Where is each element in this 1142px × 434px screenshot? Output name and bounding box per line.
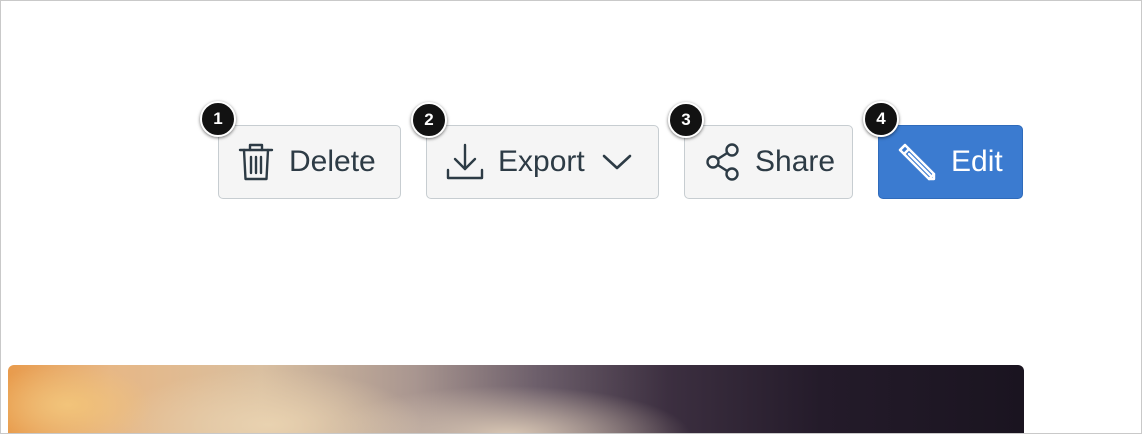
delete-button[interactable]: Delete — [218, 125, 401, 199]
callout-badge-1: 1 — [200, 101, 236, 137]
pencil-icon — [897, 142, 937, 182]
share-label: Share — [755, 145, 836, 178]
chevron-down-icon — [601, 152, 633, 172]
share-button[interactable]: Share — [684, 125, 853, 199]
export-label: Export — [498, 145, 585, 178]
export-button[interactable]: Export — [426, 125, 659, 199]
delete-label: Delete — [289, 145, 376, 178]
share-icon — [705, 142, 741, 182]
edit-button[interactable]: Edit — [878, 125, 1023, 199]
callout-badge-4: 4 — [863, 101, 899, 137]
callout-badge-2: 2 — [411, 102, 447, 138]
download-icon — [445, 142, 485, 182]
edit-label: Edit — [951, 145, 1003, 178]
trash-icon — [238, 142, 274, 182]
callout-badge-3: 3 — [668, 102, 704, 138]
page-frame: Delete Export Share Edit 1 2 3 4 — [0, 0, 1142, 434]
content-image — [8, 365, 1024, 433]
